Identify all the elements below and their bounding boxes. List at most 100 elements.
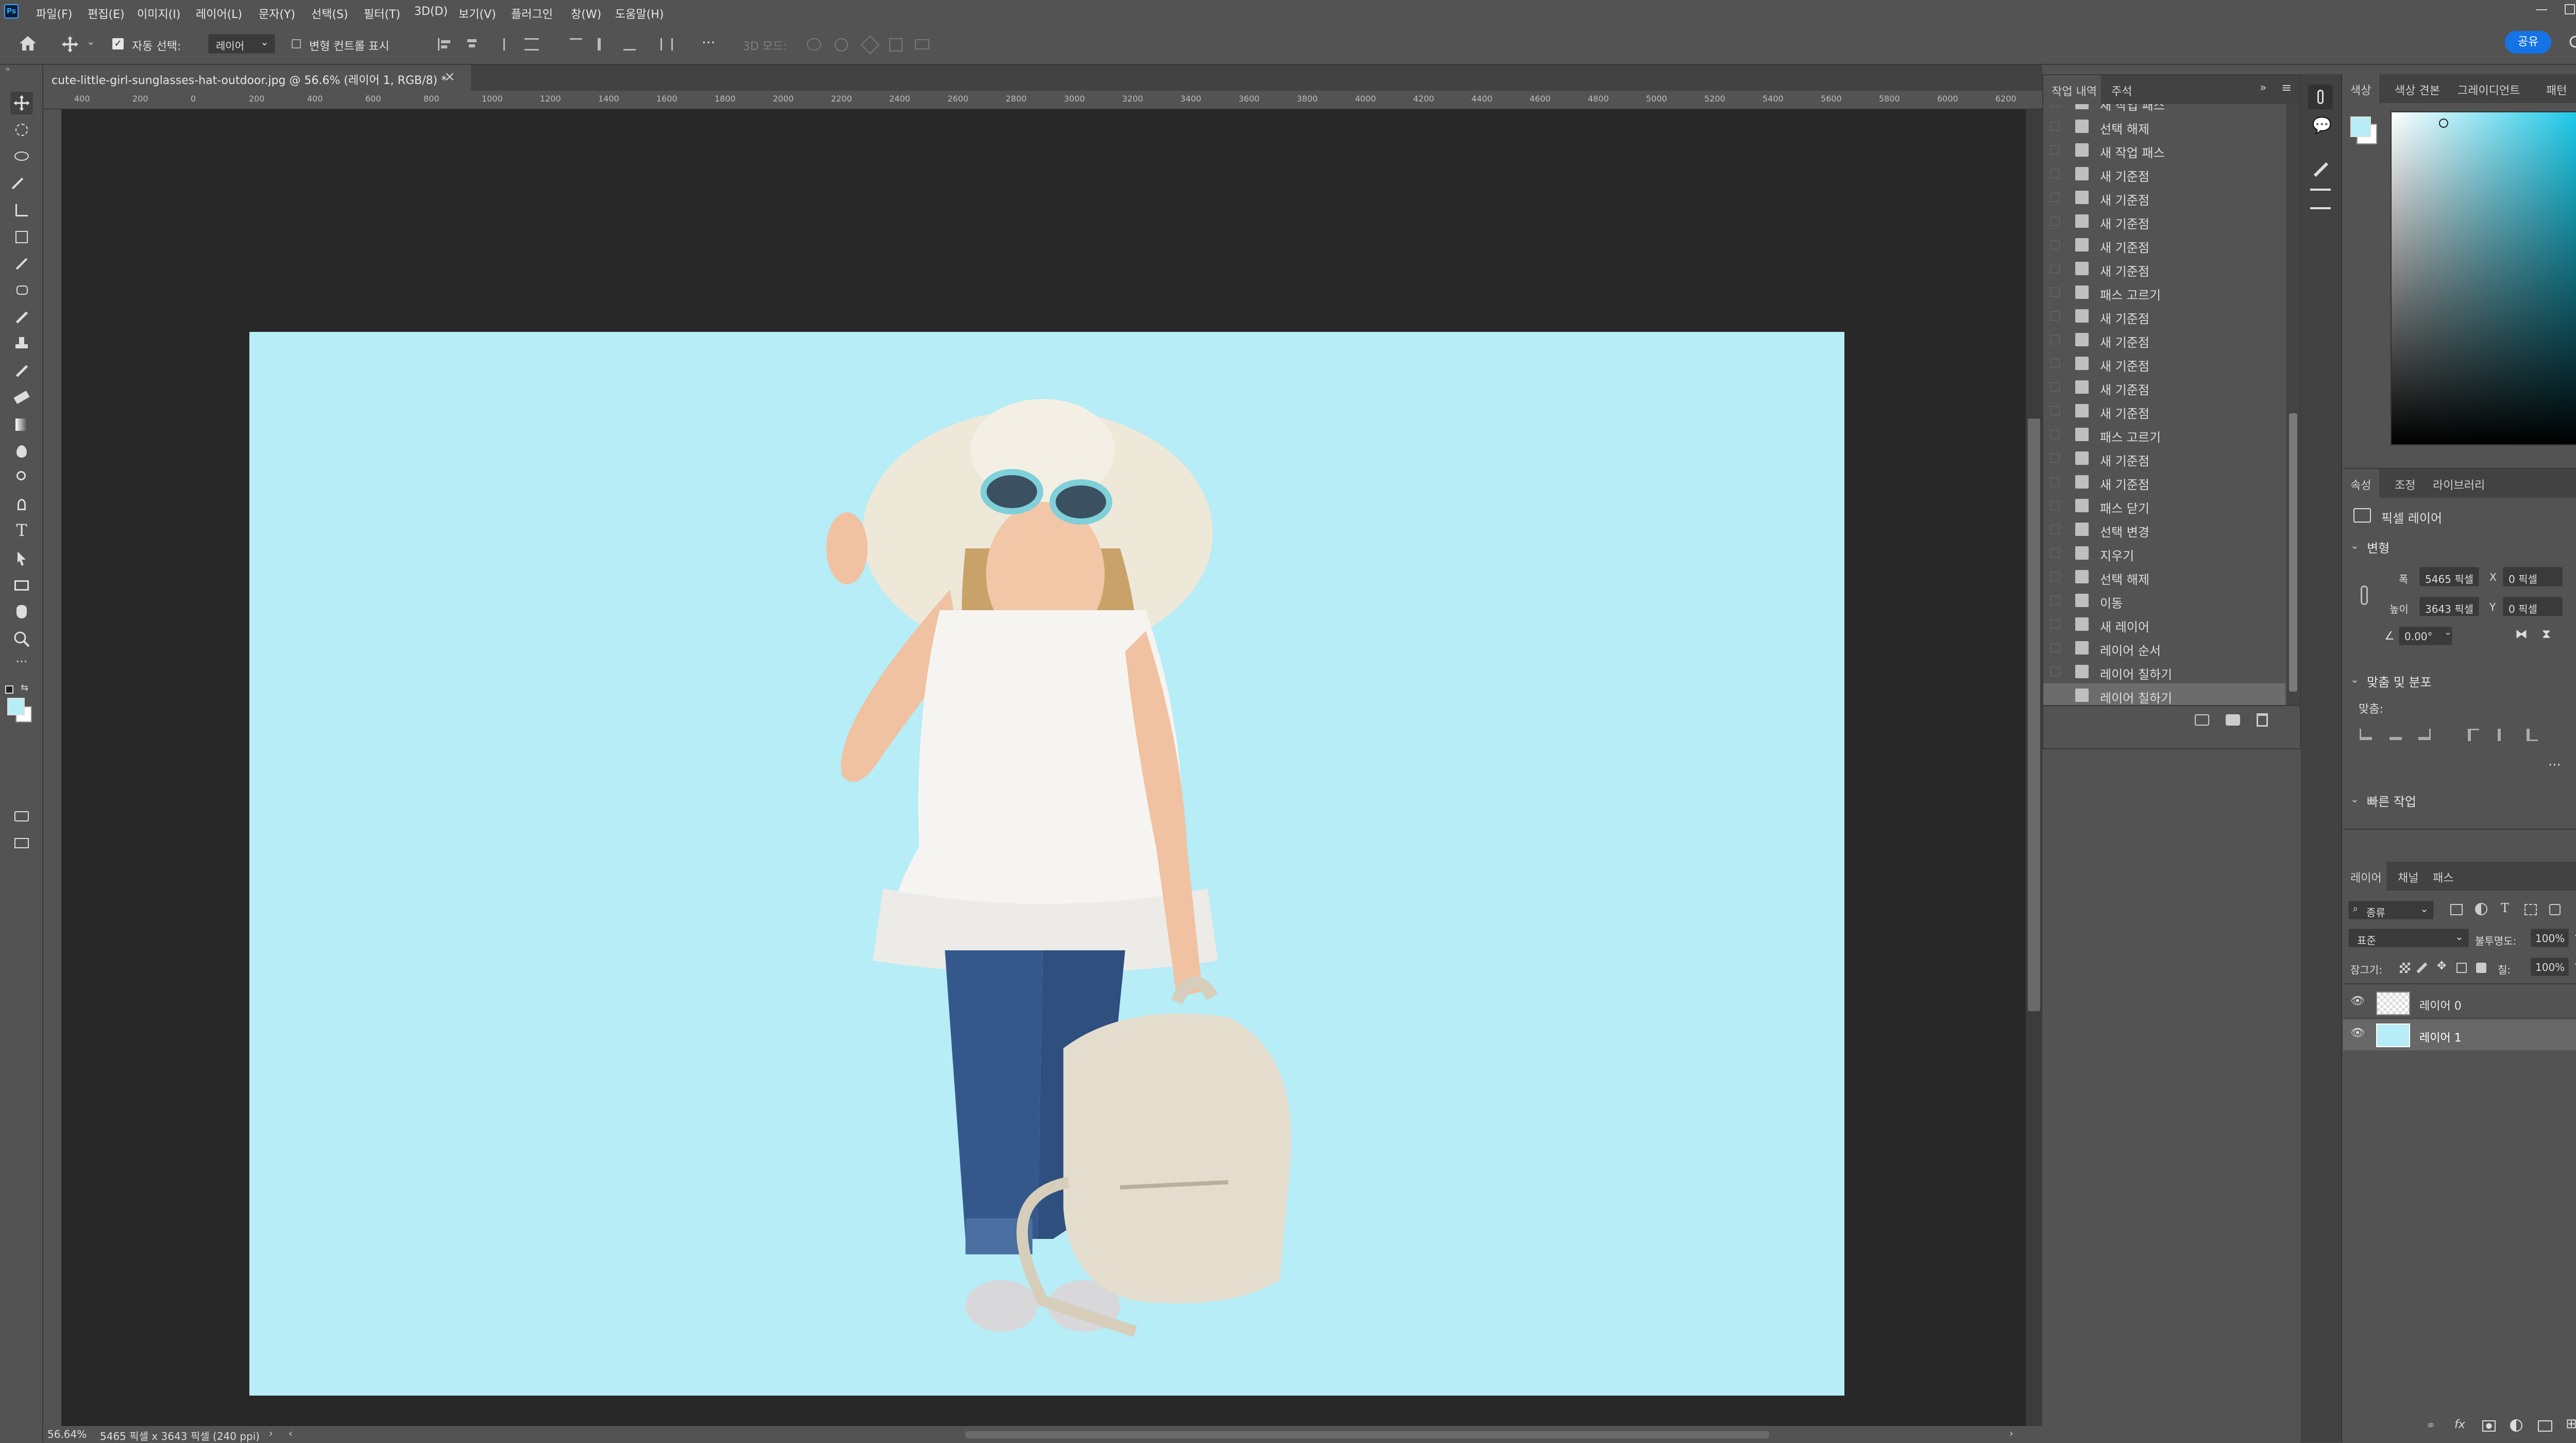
menu-3d[interactable]: 3D(D): [414, 5, 448, 18]
color-picker-field[interactable]: [2391, 111, 2576, 445]
layer-effects-fx-icon[interactable]: fx: [2454, 1418, 2465, 1431]
history-state-row[interactable]: 패스 닫기: [2043, 494, 2285, 517]
tab-history[interactable]: 작업 내역: [2043, 75, 2101, 104]
history-state-row[interactable]: 선택 변경: [2043, 517, 2285, 541]
default-colors-icon[interactable]: [5, 685, 13, 694]
document-canvas[interactable]: [249, 332, 1844, 1396]
link-layers-icon[interactable]: ⚭: [2426, 1418, 2436, 1433]
canvas-area[interactable]: [62, 109, 2042, 1426]
scroll-left-icon[interactable]: ‹: [289, 1427, 293, 1439]
align-bottom-edges-icon[interactable]: [623, 38, 636, 51]
history-source-checkbox[interactable]: [2050, 216, 2060, 226]
quick-actions-chevron-icon[interactable]: ⌄: [2350, 793, 2359, 805]
canvas-horizontal-scrollbar[interactable]: [965, 1431, 1769, 1438]
history-source-checkbox[interactable]: [2050, 406, 2060, 415]
more-align-options-icon[interactable]: ···: [2548, 758, 2561, 773]
rectangle-tool-icon[interactable]: [10, 574, 33, 597]
hand-tool-icon[interactable]: [10, 601, 33, 624]
history-state-row[interactable]: 패스 고르기: [2043, 423, 2285, 446]
snapshot-camera-icon[interactable]: [2226, 714, 2240, 726]
history-state-row[interactable]: 새 기준점: [2043, 233, 2285, 257]
history-source-checkbox[interactable]: [2050, 240, 2060, 249]
history-state-row[interactable]: 이동: [2043, 589, 2285, 612]
transform-controls-checkbox[interactable]: [292, 39, 301, 48]
history-source-checkbox[interactable]: [2050, 359, 2060, 368]
auto-select-checkbox[interactable]: ✓: [112, 38, 124, 49]
history-state-row[interactable]: 패스 고르기: [2043, 280, 2285, 304]
lock-transparent-icon[interactable]: [2400, 963, 2410, 973]
prop-align-top-icon[interactable]: [2468, 729, 2479, 741]
clone-stamp-tool-icon[interactable]: [10, 333, 33, 356]
layer-filter-dropdown[interactable]: ⌕ 종류 ⌄: [2348, 901, 2434, 919]
tab-color[interactable]: 색상: [2343, 74, 2379, 103]
history-source-checkbox[interactable]: [2050, 572, 2060, 581]
flip-horizontal-icon[interactable]: ⧓: [2515, 627, 2528, 641]
history-source-checkbox[interactable]: [2050, 643, 2060, 652]
lock-artboard-icon[interactable]: [2456, 963, 2467, 973]
history-source-checkbox[interactable]: [2050, 311, 2060, 321]
tab-swatches[interactable]: 색상 견본: [2395, 81, 2440, 98]
distribute-vertical-icon[interactable]: [660, 38, 673, 51]
history-source-checkbox[interactable]: [2050, 264, 2060, 273]
history-state-row[interactable]: 레이어 칠하기: [2043, 683, 2285, 705]
layer-name[interactable]: 레이어 0: [2419, 997, 2462, 1013]
filter-shape-icon[interactable]: [2524, 904, 2537, 915]
edit-toolbar-icon[interactable]: ···: [10, 655, 33, 677]
prop-align-right-icon[interactable]: [2418, 729, 2431, 740]
search-icon[interactable]: [2568, 34, 2576, 53]
history-state-row[interactable]: 새 기준점: [2043, 351, 2285, 375]
menu-help[interactable]: 도움말(H): [615, 5, 664, 22]
lock-all-icon[interactable]: [2476, 963, 2486, 973]
history-state-row[interactable]: 선택 해제: [2043, 114, 2285, 138]
restore-icon[interactable]: [2565, 4, 2575, 14]
adjustments-panel-icon[interactable]: [2310, 189, 2331, 209]
history-source-checkbox[interactable]: [2050, 548, 2060, 558]
blend-mode-dropdown[interactable]: 표준 ⌄: [2348, 929, 2469, 947]
history-state-row[interactable]: 새 기준점: [2043, 399, 2285, 423]
color-foreground-swatch[interactable]: [2350, 116, 2371, 137]
prop-align-middle-icon[interactable]: [2498, 729, 2509, 741]
history-state-row[interactable]: 선택 해제: [2043, 565, 2285, 589]
history-scrollbar[interactable]: [2286, 104, 2300, 705]
lock-position-icon[interactable]: ✥: [2437, 960, 2446, 972]
history-source-checkbox[interactable]: [2050, 596, 2060, 605]
height-field[interactable]: 3643 픽셀: [2419, 597, 2479, 616]
history-state-row[interactable]: 새 작업 패스: [2043, 104, 2285, 114]
history-source-checkbox[interactable]: [2050, 430, 2060, 439]
history-source-checkbox[interactable]: [2050, 477, 2060, 486]
history-source-checkbox[interactable]: [2050, 169, 2060, 178]
move-tool-preset-icon[interactable]: [60, 34, 80, 55]
align-section-chevron-icon[interactable]: ⌄: [2350, 673, 2359, 685]
tool-preset-dropdown-icon[interactable]: ⌄: [87, 35, 95, 47]
more-options-icon[interactable]: ···: [702, 34, 716, 51]
filter-smart-object-icon[interactable]: [2549, 904, 2561, 915]
tab-gradients[interactable]: 그레이디언트: [2458, 81, 2520, 98]
layer-row[interactable]: 👁 레이어 0: [2343, 987, 2576, 1018]
add-mask-icon[interactable]: [2482, 1420, 2496, 1432]
lock-image-icon[interactable]: [2416, 962, 2428, 974]
menu-filter[interactable]: 필터(T): [364, 5, 400, 22]
fill-dropdown-icon[interactable]: ⌄: [2573, 958, 2576, 968]
status-menu-arrow-icon[interactable]: ›: [269, 1427, 273, 1439]
swap-colors-icon[interactable]: ⇆: [21, 682, 28, 693]
history-source-checkbox[interactable]: [2050, 501, 2060, 510]
pen-tool-icon[interactable]: [10, 494, 33, 516]
healing-brush-tool-icon[interactable]: [10, 279, 33, 302]
history-source-checkbox[interactable]: [2050, 145, 2060, 155]
menu-image[interactable]: 이미지(I): [137, 5, 180, 22]
align-horizontal-centers-icon[interactable]: [465, 38, 479, 51]
width-field[interactable]: 5465 픽셀: [2419, 567, 2479, 586]
crop-tool-icon[interactable]: [10, 199, 33, 222]
toolbar-collapse-icon[interactable]: »: [5, 64, 10, 74]
foreground-color-swatch[interactable]: [7, 698, 25, 715]
magic-wand-tool-icon[interactable]: [10, 172, 33, 195]
canvas-vertical-scrollbar[interactable]: [2026, 109, 2042, 1426]
menu-edit[interactable]: 편집(E): [88, 5, 125, 22]
layer-name[interactable]: 레이어 1: [2419, 1029, 2462, 1045]
history-state-row[interactable]: 새 기준점: [2043, 375, 2285, 399]
adjustment-layer-icon[interactable]: [2510, 1419, 2522, 1432]
home-icon[interactable]: [18, 34, 38, 53]
auto-select-dropdown[interactable]: 레이어 ⌄: [208, 34, 275, 54]
history-state-row[interactable]: 새 기준점: [2043, 209, 2285, 233]
filter-type-icon[interactable]: T: [2501, 901, 2509, 915]
